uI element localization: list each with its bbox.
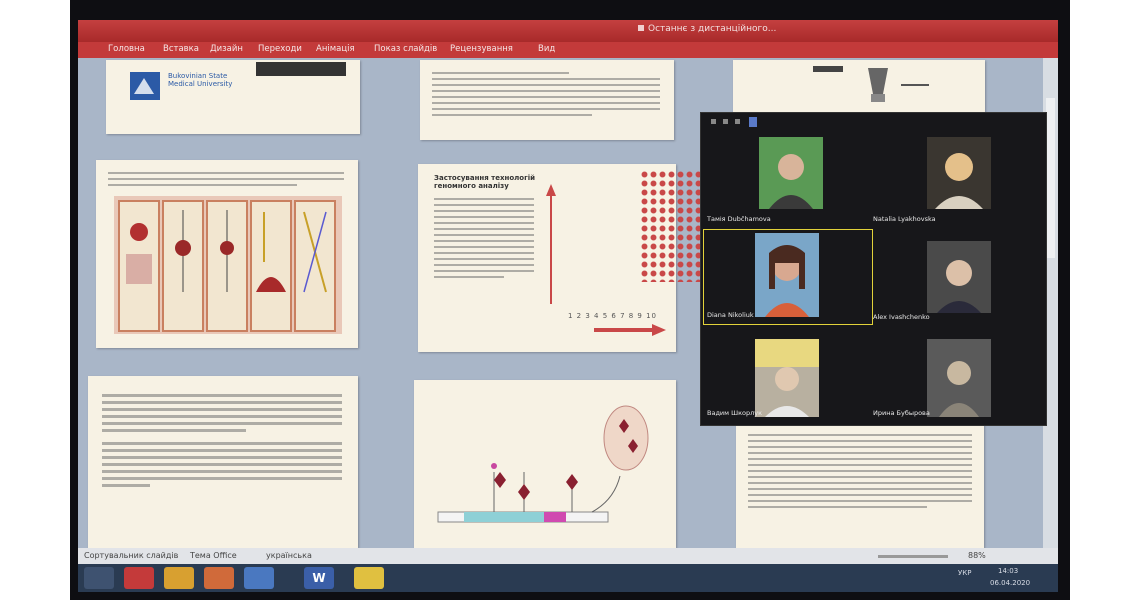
slide-thumbnail-9[interactable] bbox=[736, 424, 984, 548]
call-view-icon[interactable] bbox=[735, 119, 740, 124]
participant-video bbox=[759, 137, 823, 209]
zoom-slider[interactable] bbox=[878, 555, 948, 558]
illustration-panel-3 bbox=[206, 200, 248, 332]
window-titlebar[interactable]: Останнє з дистанційного... bbox=[78, 20, 1058, 42]
ribbon-menu: Головна Вставка Дизайн Переходи Анімація… bbox=[78, 42, 1058, 58]
zoom-app-icon[interactable] bbox=[244, 567, 274, 589]
slide-9-text bbox=[748, 430, 972, 512]
chrome-browser-icon[interactable] bbox=[164, 567, 194, 589]
call-minimize-icon[interactable] bbox=[723, 119, 728, 124]
menu-item-home[interactable]: Головна bbox=[108, 44, 145, 54]
slide-thumbnail-1[interactable]: Bukovinian State Medical University bbox=[106, 60, 360, 134]
slide-5-bullets bbox=[434, 194, 534, 282]
start-button-icon[interactable] bbox=[84, 567, 114, 589]
participant-name: Diana Nikoliuk bbox=[707, 311, 754, 319]
file-manager-icon[interactable] bbox=[354, 567, 384, 589]
opera-browser-icon[interactable] bbox=[124, 567, 154, 589]
status-theme: Тема Office bbox=[190, 551, 237, 560]
window-title: Останнє з дистанційного... bbox=[638, 24, 776, 34]
illustration-panel-5 bbox=[294, 200, 336, 332]
illustration-panel-1 bbox=[118, 200, 160, 332]
word-icon[interactable]: W bbox=[304, 567, 334, 589]
slide-diagram-icon bbox=[813, 66, 929, 102]
menu-item-review[interactable]: Рецензування bbox=[450, 44, 513, 54]
status-language[interactable]: українська bbox=[266, 551, 312, 560]
slide-thumbnail-7[interactable] bbox=[88, 376, 358, 548]
participant-video bbox=[927, 137, 991, 209]
slide-thumbnail-4[interactable] bbox=[96, 160, 358, 348]
status-view-label: Сортувальник слайдів bbox=[84, 551, 179, 560]
tray-date[interactable]: 06.04.2020 bbox=[990, 579, 1030, 587]
screen: Останнє з дистанційного... Головна Встав… bbox=[78, 20, 1058, 592]
call-menu-icon[interactable] bbox=[711, 119, 716, 124]
dna-sequencing-diagram bbox=[437, 405, 649, 523]
tray-language[interactable]: УКР bbox=[958, 569, 971, 577]
scrollbar-thumb[interactable] bbox=[1046, 98, 1055, 258]
menu-item-transitions[interactable]: Переходи bbox=[258, 44, 302, 54]
taskbar: W УКР 14:03 06.04.2020 bbox=[78, 564, 1058, 592]
slide-thumbnail-2[interactable] bbox=[420, 60, 674, 140]
participant-name: Вадим Шкорлук bbox=[707, 409, 763, 417]
tray-time[interactable]: 14:03 bbox=[998, 567, 1018, 575]
participant-name: Ирина Бубырова bbox=[873, 409, 930, 417]
menu-item-animation[interactable]: Анімація bbox=[316, 44, 355, 54]
slide-thumbnail-5[interactable]: Застосування технологій геномного аналіз… bbox=[418, 164, 676, 352]
slide-7-text bbox=[102, 390, 342, 491]
slide-image-device bbox=[256, 62, 346, 76]
window-app-icon bbox=[638, 25, 644, 31]
illustration-panel-4 bbox=[250, 200, 292, 332]
participant-video bbox=[927, 241, 991, 313]
right-arrow-icon bbox=[594, 324, 666, 336]
participant-name: Natalia Lyakhovska bbox=[873, 215, 936, 223]
slide-thumbnail-3[interactable] bbox=[733, 60, 985, 112]
monitor-bezel: Останнє з дистанційного... Головна Встав… bbox=[70, 0, 1070, 600]
illustration-panel-2 bbox=[162, 200, 204, 332]
participant-video bbox=[755, 233, 819, 317]
status-zoom-level[interactable]: 88% bbox=[968, 551, 986, 560]
participant-video bbox=[755, 339, 819, 417]
dot-axis-labels: 1 2 3 4 5 6 7 8 9 10 bbox=[568, 312, 658, 320]
window-title-text: Останнє з дистанційного... bbox=[648, 24, 777, 34]
slide-5-title: Застосування технологій геномного аналіз… bbox=[434, 174, 536, 190]
menu-item-slideshow[interactable]: Показ слайдів bbox=[374, 44, 437, 54]
video-call-window[interactable]: Тамія Dubčhamova Natalia Lyakhovska Dian… bbox=[700, 112, 1047, 426]
logo-caption: Bukovinian State Medical University bbox=[168, 72, 233, 88]
menu-item-design[interactable]: Дизайн bbox=[210, 44, 243, 54]
slide-intro-text bbox=[108, 168, 344, 190]
university-logo-icon bbox=[130, 72, 160, 100]
participant-name: Тамія Dubčhamova bbox=[707, 215, 771, 223]
menu-item-insert[interactable]: Вставка bbox=[163, 44, 199, 54]
call-share-icon[interactable] bbox=[749, 117, 757, 127]
participant-video bbox=[927, 339, 991, 417]
powerpoint-icon[interactable] bbox=[204, 567, 234, 589]
up-arrow-icon bbox=[546, 184, 556, 304]
participant-name: Alex Ivashchenko bbox=[873, 313, 930, 321]
status-bar: Сортувальник слайдів Тема Office українс… bbox=[78, 548, 1058, 564]
menu-item-view[interactable]: Вид bbox=[538, 44, 555, 54]
slide-text-block bbox=[432, 68, 660, 120]
video-call-toolbar bbox=[711, 117, 761, 127]
slide-thumbnail-8[interactable] bbox=[414, 380, 676, 548]
